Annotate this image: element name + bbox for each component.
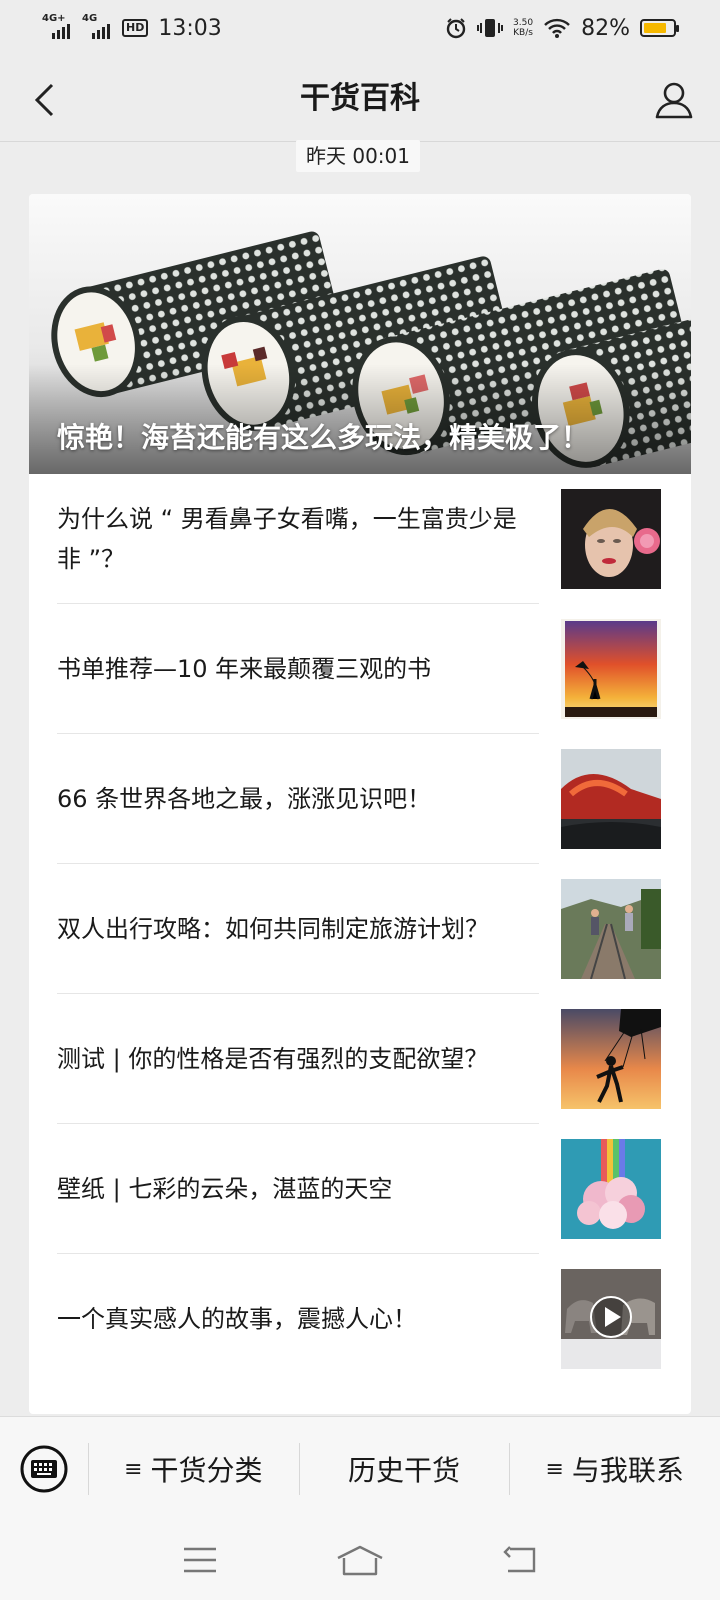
menu-category-button[interactable]: ≡ 干货分类 [88, 1417, 299, 1521]
speed-unit: KB/s [513, 28, 533, 38]
back-icon [503, 1546, 536, 1573]
keyboard-icon [20, 1445, 68, 1493]
menu-label: 历史干货 [348, 1454, 461, 1487]
menu-history-button[interactable]: 历史干货 [298, 1417, 510, 1521]
signal-4g-icon: 4G [82, 13, 112, 39]
article-title: 一个真实感人的故事，震撼人心！ [57, 1305, 417, 1333]
hero-title: 惊艳！海苔还能有这么多玩法，精美极了！ [57, 421, 590, 454]
network-type-label: 4G [82, 13, 98, 24]
bottom-menu: ≡ 干货分类 历史干货 ≡ 与我联系 [0, 1416, 720, 1521]
vibrate-icon [477, 19, 504, 37]
signal-4g-plus-icon: 4G+ [42, 13, 72, 39]
clock: 13:03 [158, 15, 222, 41]
kite-runner-book-cover-image [561, 619, 661, 719]
page-title: 干货百科 [300, 81, 420, 116]
network-type-label: 4G+ [42, 13, 66, 24]
menu-icon [184, 1547, 216, 1573]
article-title: 壁纸 | 七彩的云朵，湛蓝的天空 [57, 1175, 393, 1203]
menu-label: 干货分类 [150, 1454, 263, 1487]
submenu-icon: ≡ [124, 1456, 143, 1482]
message-timestamp: 昨天 00:01 [296, 140, 420, 172]
system-back-button[interactable] [495, 1540, 545, 1580]
article-title: 测试 | 你的性格是否有强烈的支配欲望？ [57, 1045, 489, 1073]
network-speed: 3.50 KB/s [513, 18, 533, 38]
keyboard-toggle-button[interactable] [0, 1417, 88, 1521]
lava-flow-image [561, 749, 661, 849]
article-item[interactable]: 书单推荐—10 年来最颠覆三观的书 [29, 604, 691, 734]
battery-icon [640, 19, 679, 37]
system-nav-bar [0, 1520, 720, 1600]
article-title: 为什么说 “ 男看鼻子女看嘴，一生富贵少是非 ”？ [57, 505, 517, 573]
status-right: 3.50 KB/s 82% [445, 15, 679, 41]
article-item[interactable]: 一个真实感人的故事，震撼人心！ [29, 1254, 691, 1384]
woman-portrait-rose-image [561, 489, 661, 589]
alarm-icon [446, 18, 466, 39]
nav-bar: 干货百科 [0, 56, 720, 142]
article-item[interactable]: 测试 | 你的性格是否有强烈的支配欲望？ [29, 994, 691, 1124]
status-bar: 4G+ 4G HD 13:03 3.50 KB/s 82% [0, 0, 720, 56]
home-icon [337, 1545, 383, 1576]
system-home-button[interactable] [335, 1540, 385, 1580]
wifi-icon [544, 18, 570, 38]
article-item[interactable]: 壁纸 | 七彩的云朵，湛蓝的天空 [29, 1124, 691, 1254]
menu-label: 与我联系 [571, 1454, 684, 1487]
wolves-video-image [561, 1269, 661, 1369]
system-menu-button[interactable] [175, 1540, 225, 1580]
article-item[interactable]: 双人出行攻略：如何共同制定旅游计划？ [29, 864, 691, 994]
submenu-icon: ≡ [545, 1456, 564, 1482]
rainbow-cloud-image [561, 1139, 661, 1239]
article-item[interactable]: 66 条世界各地之最，涨涨见识吧！ [29, 734, 691, 864]
puppet-hand-sunset-image [561, 1009, 661, 1109]
speed-value: 3.50 [513, 18, 534, 28]
battery-percent: 82% [581, 15, 630, 41]
person-icon [655, 82, 693, 119]
article-title: 双人出行攻略：如何共同制定旅游计划？ [57, 915, 489, 943]
battery-fill [644, 23, 667, 33]
hd-voice-icon: HD [122, 19, 149, 37]
menu-contact-button[interactable]: ≡ 与我联系 [509, 1417, 720, 1521]
couple-railway-image [561, 879, 661, 979]
article-card: 惊艳！海苔还能有这么多玩法，精美极了！ 为什么说 “ 男看鼻子女看嘴，一生富贵少… [29, 194, 691, 1414]
article-title: 66 条世界各地之最，涨涨见识吧！ [57, 785, 432, 813]
status-left: 4G+ 4G HD 13:03 [42, 13, 222, 41]
article-title: 书单推荐—10 年来最颠覆三观的书 [57, 655, 432, 683]
article-item[interactable]: 为什么说 “ 男看鼻子女看嘴，一生富贵少是非 ”？ [29, 474, 691, 604]
profile-button[interactable] [652, 78, 696, 122]
hero-article[interactable]: 惊艳！海苔还能有这么多玩法，精美极了！ [29, 194, 691, 474]
